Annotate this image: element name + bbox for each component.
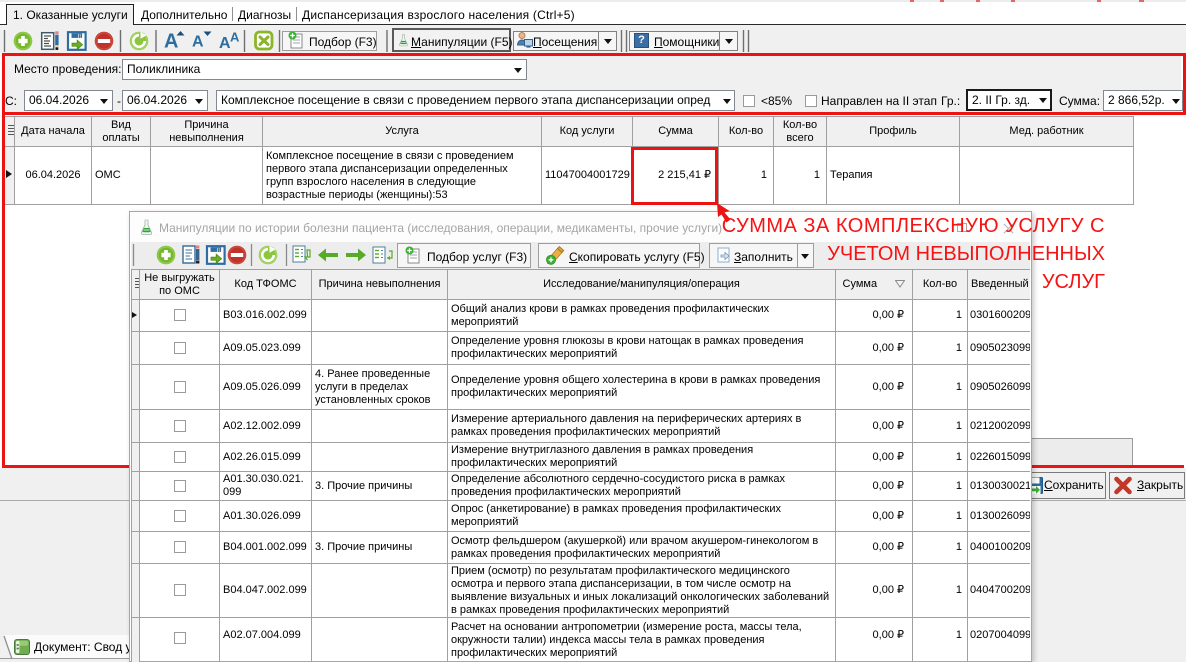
svg-text:А: А [164,31,178,53]
svg-text:А: А [230,30,240,45]
svg-text:А: А [192,34,204,51]
